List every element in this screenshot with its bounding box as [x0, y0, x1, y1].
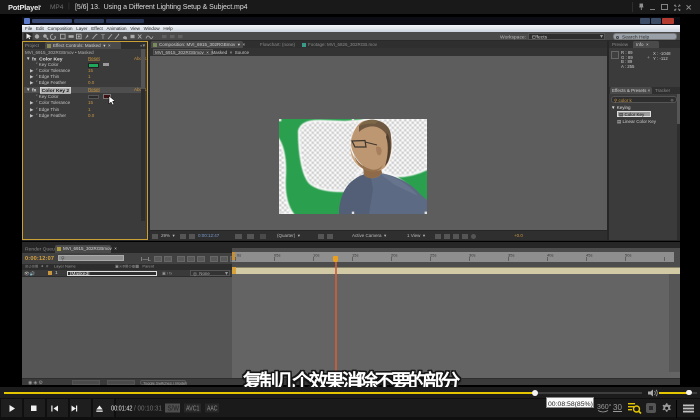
- svg-text:AVC1: AVC1: [186, 406, 200, 413]
- svg-text:S/W: S/W: [168, 406, 180, 413]
- svg-text:00:01:42: 00:01:42: [111, 406, 133, 413]
- svg-text:30: 30: [613, 403, 622, 412]
- svg-text:T: T: [101, 34, 105, 41]
- svg-text:AAC: AAC: [207, 406, 218, 413]
- svg-text:/ 00:10:31: / 00:10:31: [134, 406, 162, 413]
- svg-text:360°: 360°: [597, 403, 612, 411]
